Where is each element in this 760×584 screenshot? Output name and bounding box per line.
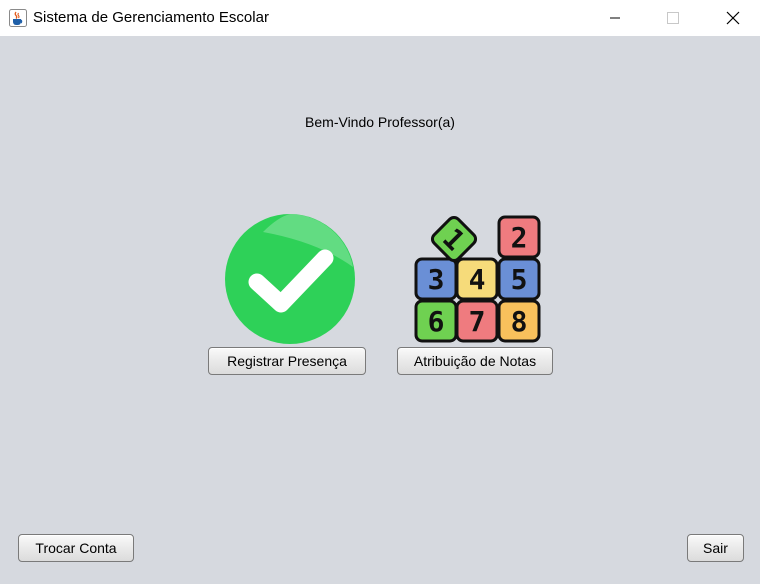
close-button[interactable] (710, 0, 756, 36)
java-coffee-icon (9, 9, 27, 27)
maximize-icon (667, 12, 679, 24)
main-panel: Bem-Vindo Professor(a) 1 2 3 4 5 6 7 8 R… (0, 36, 760, 584)
minimize-icon (610, 17, 620, 19)
green-check-icon (225, 214, 355, 344)
tile-4: 4 (469, 263, 486, 296)
tile-5: 5 (511, 263, 528, 296)
welcome-label: Bem-Vindo Professor(a) (305, 114, 455, 130)
window-title: Sistema de Gerenciamento Escolar (33, 9, 269, 26)
number-tiles-icon: 1 2 3 4 5 6 7 8 (414, 215, 541, 343)
register-attendance-button[interactable]: Registrar Presença (208, 347, 366, 375)
close-icon (726, 11, 740, 25)
title-bar[interactable]: Sistema de Gerenciamento Escolar (0, 0, 760, 36)
tile-7: 7 (469, 305, 486, 338)
minimize-button[interactable] (592, 0, 638, 36)
assign-grades-button[interactable]: Atribuição de Notas (397, 347, 553, 375)
maximize-button[interactable] (650, 0, 696, 36)
tile-3: 3 (428, 263, 445, 296)
tile-2: 2 (511, 221, 528, 254)
tile-6: 6 (428, 305, 445, 338)
exit-button[interactable]: Sair (687, 534, 744, 562)
switch-account-button[interactable]: Trocar Conta (18, 534, 134, 562)
tile-8: 8 (511, 305, 528, 338)
